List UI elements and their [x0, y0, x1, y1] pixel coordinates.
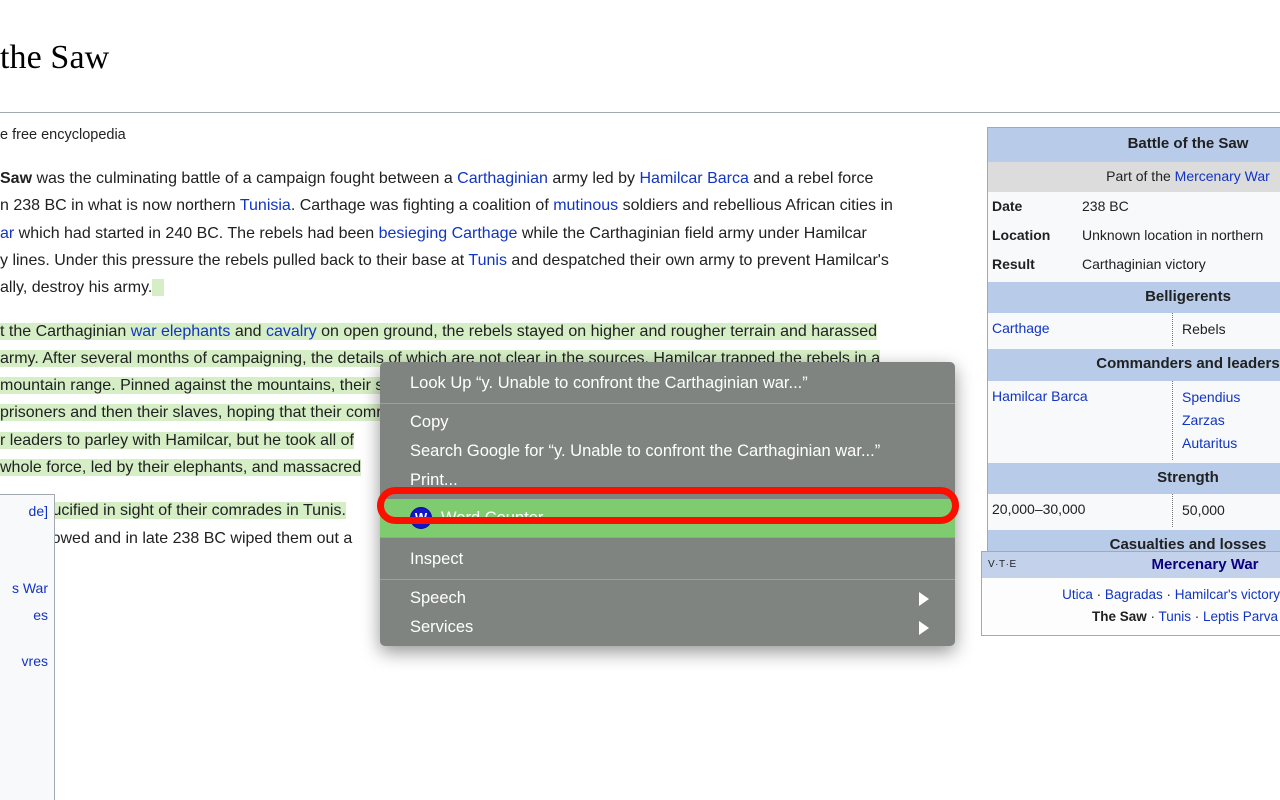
lead-paragraph: Saw was the culminating battle of a camp…: [0, 170, 893, 297]
word-counter-icon: W: [410, 507, 432, 529]
infobox-link[interactable]: Carthage: [992, 320, 1050, 336]
infobox-col-left: 20,000–30,000: [992, 501, 1086, 518]
infobox: Battle of the Saw Part of the Mercenary …: [987, 127, 1280, 597]
screen: the Saw e free encyclopedia Saw was the …: [0, 0, 1280, 800]
navbox-title[interactable]: Mercenary War: [1028, 556, 1280, 573]
infobox-row-location: Location Unknown location in northern: [988, 221, 1280, 250]
page-title: the Saw: [0, 38, 110, 76]
toc-hide-link[interactable]: de]: [0, 503, 48, 519]
infobox-label: Location: [992, 226, 1051, 243]
context-menu-item-print[interactable]: Print...: [380, 466, 955, 495]
infobox-text: 50,000: [1182, 502, 1225, 519]
context-menu-item-label: Word Counter: [441, 509, 544, 527]
infobox-value: Unknown location in northern: [1082, 226, 1264, 243]
infobox-strength-row: 20,000–30,000 50,000: [988, 494, 1280, 528]
infobox-link-wrap: Autaritus: [1182, 432, 1280, 455]
context-menu-item-inspect[interactable]: Inspect: [380, 538, 955, 579]
context-menu[interactable]: Look Up “y. Unable to confront the Carth…: [380, 362, 955, 646]
infobox-title: Battle of the Saw: [988, 128, 1280, 162]
context-menu-item-word-counter[interactable]: W Word Counter: [380, 499, 955, 537]
infobox-subtitle: Part of the Mercenary War: [988, 161, 1280, 192]
context-menu-group-system: Speech Services: [380, 580, 955, 646]
infobox-value: 238 BC: [1082, 197, 1129, 214]
infobox-col-right: Rebels: [1172, 313, 1280, 347]
chevron-right-icon: [919, 620, 929, 635]
infobox-row-result: Result Carthaginian victory: [988, 250, 1280, 279]
context-menu-item-search-google[interactable]: Search Google for “y. Unable to confront…: [380, 437, 955, 466]
context-menu-item-label: Services: [410, 618, 474, 636]
navbox-body: Utica · Bagradas · Hamilcar's victory wi…: [982, 578, 1280, 635]
infobox-subtitle-prefix: Part of the: [1106, 167, 1175, 184]
infobox-col-left: Carthage: [988, 313, 1172, 346]
navbox-line: Utica · Bagradas · Hamilcar's victory wi…: [1062, 587, 1280, 602]
infobox-belligerents-row: Carthage Rebels: [988, 313, 1280, 347]
navbox-line: The Saw · Tunis · Leptis Parva: [1091, 608, 1279, 624]
toc-list: s War es vres: [0, 575, 48, 675]
infobox-commanders-row: Hamilcar Barca Spendius Zarzas Autaritus: [988, 380, 1280, 460]
infobox-link[interactable]: Zarzas: [1182, 412, 1225, 428]
infobox-link-wrap: Zarzas: [1182, 409, 1280, 432]
toc-box: de] s War es vres: [0, 494, 55, 800]
infobox-label: Result: [992, 255, 1035, 272]
infobox-col-right: 50,000: [1172, 494, 1280, 528]
infobox-label: Date: [992, 197, 1023, 214]
infobox-link[interactable]: Autaritus: [1182, 435, 1237, 451]
chevron-right-icon: [919, 591, 929, 606]
context-menu-item-services[interactable]: Services: [380, 613, 955, 642]
infobox-link[interactable]: Spendius: [1182, 389, 1240, 405]
infobox-row-date: Date 238 BC: [988, 192, 1280, 221]
navbox-mercenary-war: V·T·E Mercenary War Utica · Bagradas · H…: [981, 551, 1280, 637]
context-menu-group-edit: Copy Search Google for “y. Unable to con…: [380, 404, 955, 499]
infobox-text: Rebels: [1182, 321, 1226, 337]
context-menu-item-copy[interactable]: Copy: [380, 408, 955, 437]
infobox-link[interactable]: Hamilcar Barca: [992, 388, 1088, 404]
infobox-subtitle-link[interactable]: Mercenary War: [1175, 168, 1270, 184]
navbox-header: V·T·E Mercenary War: [982, 552, 1280, 578]
toc-item[interactable]: vres: [0, 648, 48, 675]
toc-spacer: [0, 630, 48, 648]
infobox-section-strength: Strength: [988, 462, 1280, 495]
toc-item[interactable]: es: [0, 602, 48, 629]
context-menu-item-look-up[interactable]: Look Up “y. Unable to confront the Carth…: [380, 362, 955, 403]
infobox-section-belligerents: Belligerents: [988, 281, 1280, 313]
infobox-value: Carthaginian victory: [1082, 255, 1206, 272]
infobox-link-wrap: Spendius: [1182, 386, 1280, 409]
toc-item[interactable]: s War: [0, 575, 48, 602]
infobox-col-right: Spendius Zarzas Autaritus: [1172, 380, 1280, 460]
context-menu-item-label: Speech: [410, 589, 466, 607]
infobox-section-commanders: Commanders and leaders: [988, 349, 1280, 381]
infobox-col-left: Hamilcar Barca: [988, 381, 1172, 460]
context-menu-item-speech[interactable]: Speech: [380, 584, 955, 613]
